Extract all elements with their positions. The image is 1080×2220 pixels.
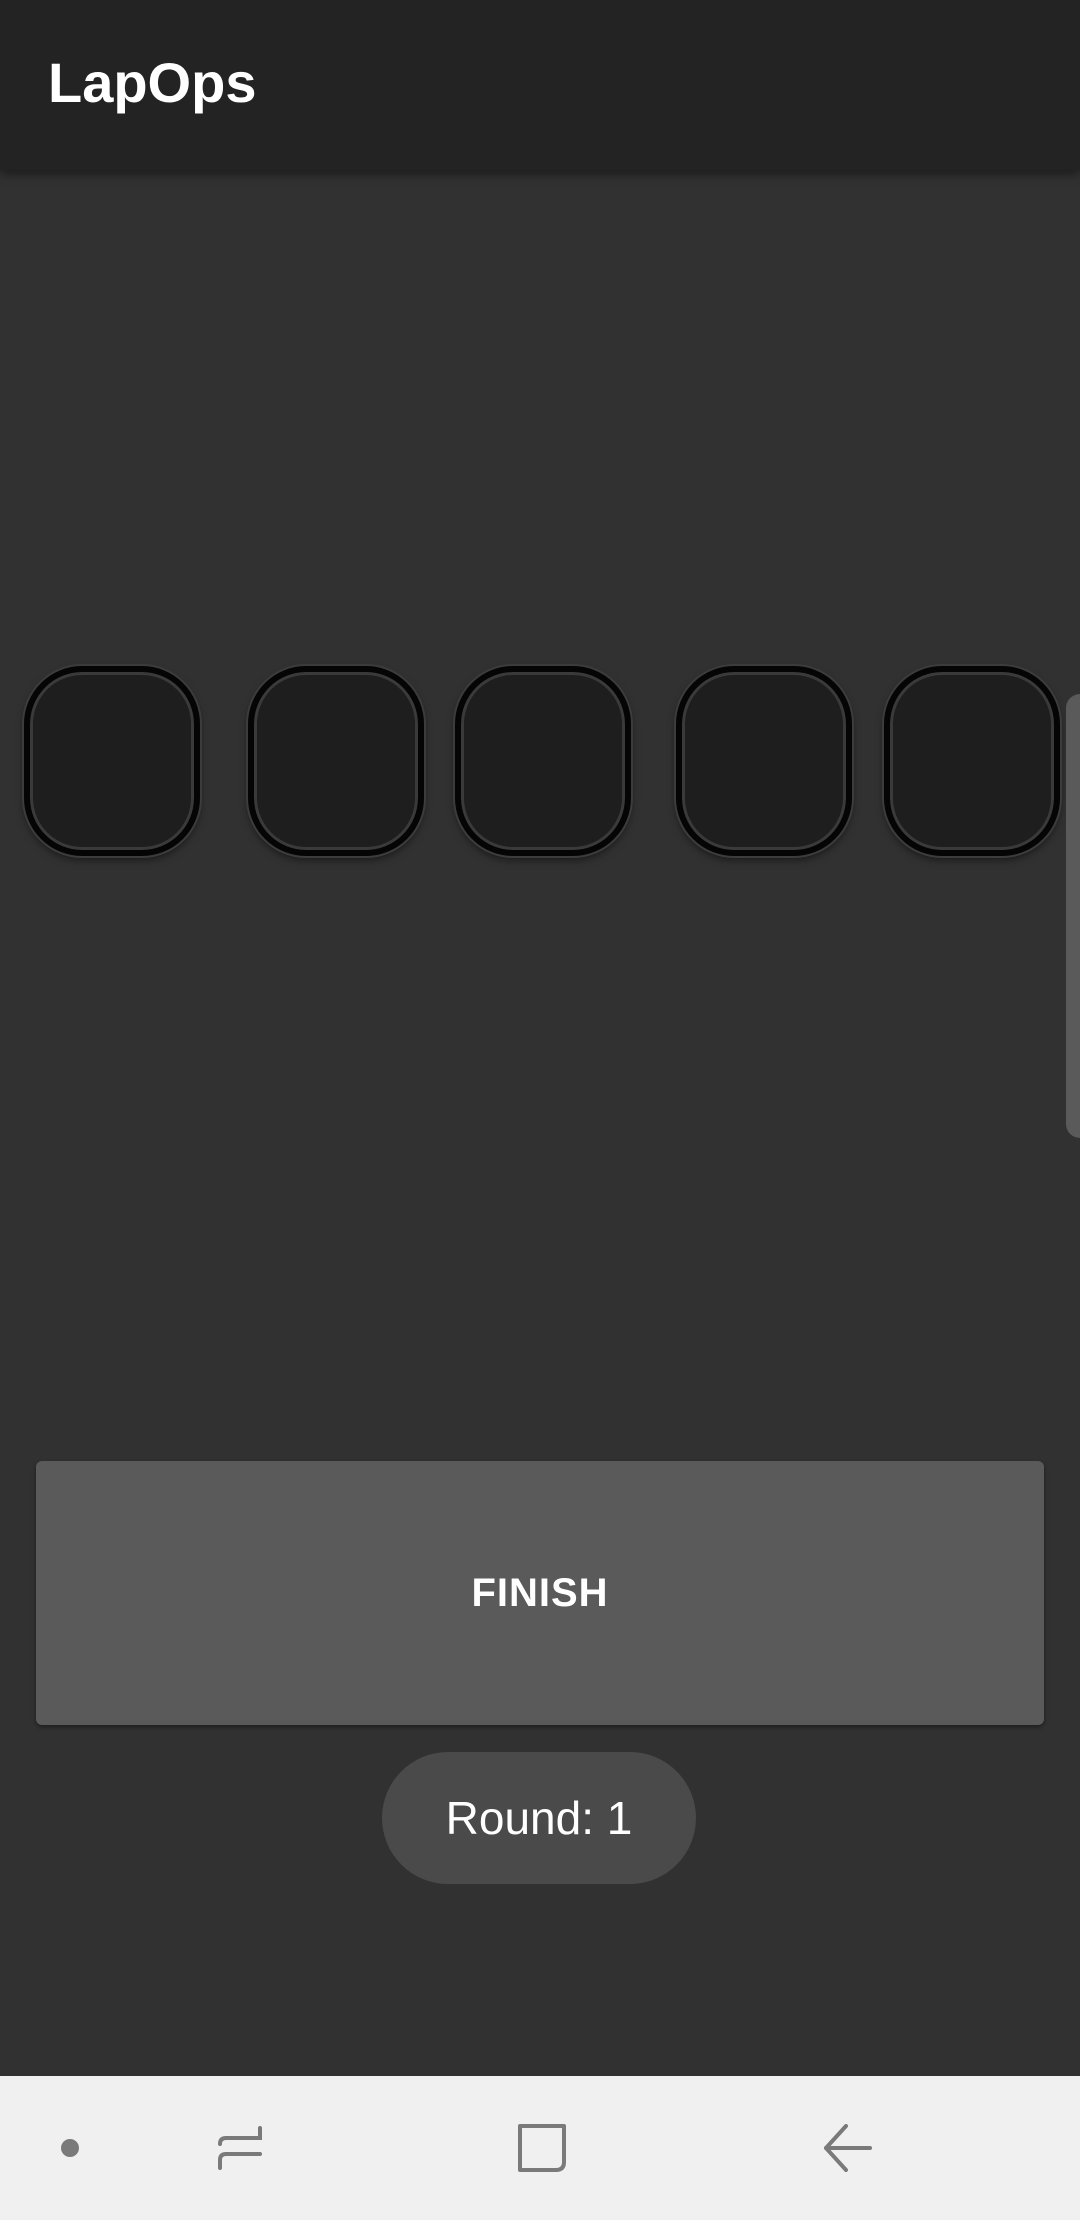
navigation-bar	[0, 2076, 1080, 2220]
slot-2[interactable]	[248, 666, 424, 856]
home-icon[interactable]	[492, 2076, 592, 2220]
app-bar: LapOps	[0, 0, 1080, 170]
slot-3[interactable]	[455, 666, 631, 856]
back-icon[interactable]	[796, 2076, 896, 2220]
recents-icon[interactable]	[190, 2076, 290, 2220]
finish-button-label: FINISH	[471, 1571, 609, 1615]
finish-button[interactable]: FINISH	[36, 1461, 1044, 1725]
round-label: Round: 1	[445, 1792, 633, 1844]
slot-4[interactable]	[676, 666, 852, 856]
dot-icon[interactable]	[30, 2076, 110, 2220]
app-title: LapOps	[48, 51, 257, 114]
scrollbar-thumb[interactable]	[1066, 694, 1080, 1138]
slot-1[interactable]	[24, 666, 200, 856]
round-badge: Round: 1	[382, 1752, 696, 1884]
slot-5[interactable]	[884, 666, 1060, 856]
